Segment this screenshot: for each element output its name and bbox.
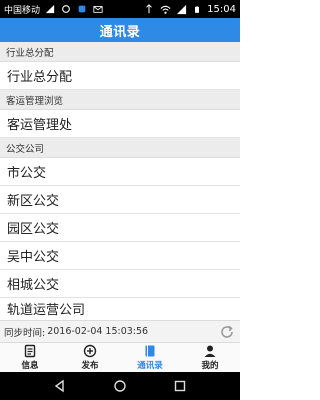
list-item[interactable]: 吴中公交 bbox=[0, 242, 240, 270]
tab-label: 通讯录 bbox=[137, 361, 163, 371]
person-icon bbox=[204, 345, 216, 357]
sync-time: 2016-02-04 15:03:56 bbox=[47, 326, 149, 337]
home-icon[interactable] bbox=[113, 379, 127, 393]
carrier-label: 中国移动 bbox=[4, 5, 41, 16]
section-header: 公交公司 bbox=[0, 138, 240, 158]
tab-label: 我的 bbox=[201, 361, 219, 371]
list-item[interactable]: 客运管理处 bbox=[0, 110, 240, 138]
page-title: 通讯录 bbox=[99, 24, 141, 40]
signal-icon bbox=[44, 3, 56, 15]
mail-icon bbox=[92, 3, 104, 15]
notification-icon bbox=[60, 3, 72, 15]
tab-info[interactable]: 信息 bbox=[0, 343, 60, 372]
book-icon bbox=[145, 345, 155, 357]
recent-apps-icon[interactable] bbox=[173, 379, 187, 393]
tab-publish[interactable]: 发布 bbox=[60, 343, 120, 372]
sync-bar: 同步时间: 2016-02-04 15:03:56 bbox=[0, 320, 240, 342]
battery-icon bbox=[191, 3, 203, 15]
back-icon[interactable] bbox=[53, 379, 67, 393]
list-item[interactable]: 轨道运营公司 bbox=[0, 298, 240, 318]
sync-label: 同步时间: bbox=[4, 327, 46, 339]
list-item[interactable]: 新区公交 bbox=[0, 186, 240, 214]
tab-bar: 信息 发布 通讯录 我的 bbox=[0, 342, 240, 372]
tab-label: 信息 bbox=[21, 361, 39, 371]
info-icon bbox=[24, 344, 36, 358]
app-icon bbox=[76, 3, 88, 15]
contact-list[interactable]: 行业总分配 行业总分配 客运管理浏览 客运管理处 公交公司 市公交 新区公交 园… bbox=[0, 42, 240, 320]
tab-contacts[interactable]: 通讯录 bbox=[120, 343, 180, 372]
section-header: 行业总分配 bbox=[0, 42, 240, 62]
refresh-icon[interactable] bbox=[219, 324, 235, 340]
title-bar: 通讯录 bbox=[0, 18, 240, 42]
tab-mine[interactable]: 我的 bbox=[180, 343, 240, 372]
cell-signal-icon bbox=[175, 3, 187, 15]
section-header: 客运管理浏览 bbox=[0, 90, 240, 110]
status-time: 15:04 bbox=[207, 3, 236, 15]
usb-icon bbox=[143, 3, 155, 15]
system-nav-bar bbox=[0, 372, 240, 400]
list-item[interactable]: 园区公交 bbox=[0, 214, 240, 242]
status-bar: 中国移动 15:04 bbox=[0, 0, 240, 18]
wifi-icon bbox=[159, 3, 171, 15]
plus-circle-icon bbox=[83, 344, 97, 358]
list-item[interactable]: 市公交 bbox=[0, 158, 240, 186]
tab-label: 发布 bbox=[81, 361, 99, 371]
list-item[interactable]: 行业总分配 bbox=[0, 62, 240, 90]
list-item[interactable]: 相城公交 bbox=[0, 270, 240, 298]
